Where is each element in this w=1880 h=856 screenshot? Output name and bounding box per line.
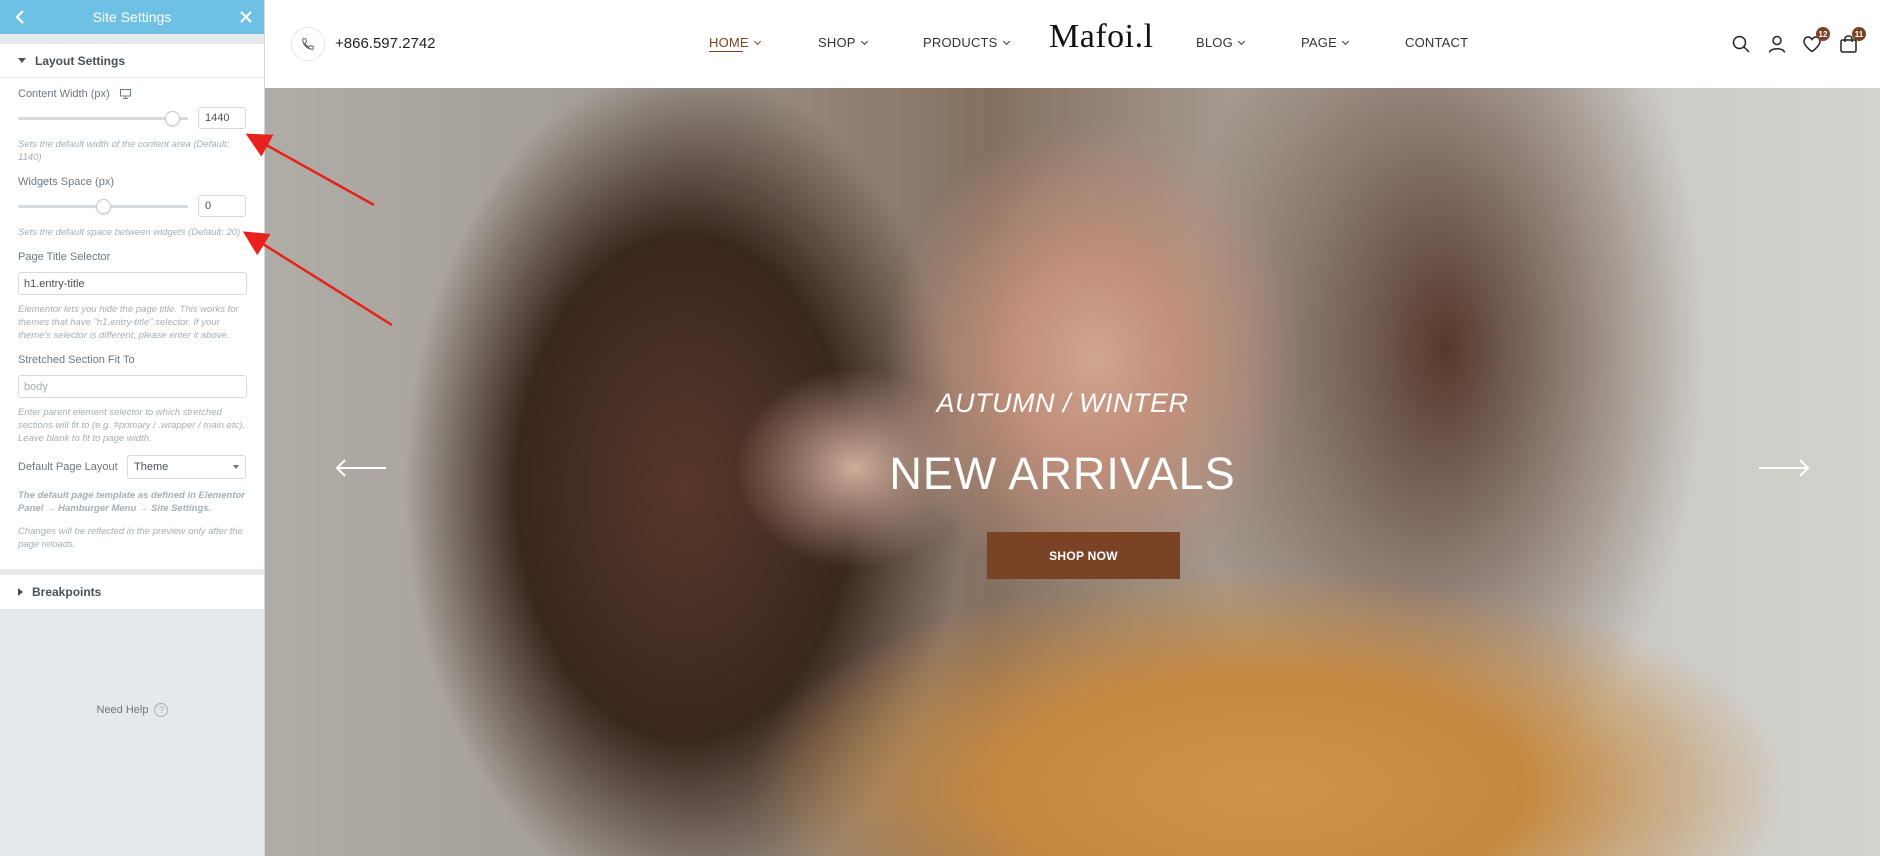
chevron-down-icon: [753, 37, 761, 45]
panel-title: Site Settings: [92, 9, 172, 25]
widgets-space-label: Widgets Space (px): [18, 176, 114, 188]
content-width-description: Sets the default width of the content ar…: [18, 139, 230, 163]
default-page-layout-label: Default Page Layout: [18, 461, 118, 473]
desktop-icon[interactable]: [119, 89, 131, 99]
nav-products[interactable]: PRODUCTS: [923, 35, 1010, 50]
nav-home-label: HOME: [709, 35, 749, 50]
shop-now-button[interactable]: SHOP NOW: [987, 532, 1180, 579]
layout-settings-toggle[interactable]: Layout Settings: [0, 44, 264, 78]
widgets-space-row: 0: [18, 194, 246, 218]
account-button[interactable]: [1766, 33, 1788, 55]
nav-page-label: PAGE: [1301, 35, 1337, 50]
caret-down-icon: [18, 58, 26, 63]
phone-icon-circle: [291, 27, 325, 61]
site-preview: +866.597.2742 HOME SHOP PRODUCTS Mafoi.l…: [265, 0, 1880, 856]
phone-number[interactable]: +866.597.2742: [335, 35, 436, 52]
nav-home[interactable]: HOME: [709, 35, 761, 50]
nav-shop-label: SHOP: [818, 35, 856, 50]
content-width-input[interactable]: 1440: [198, 107, 246, 129]
nav-page[interactable]: PAGE: [1301, 35, 1350, 50]
nav-contact[interactable]: CONTACT: [1405, 35, 1468, 50]
panel-header: Site Settings: [0, 0, 264, 34]
nav-blog-label: BLOG: [1196, 35, 1233, 50]
default-page-layout-value: Theme: [134, 461, 169, 473]
hero-title: NEW ARRIVALS: [889, 448, 1236, 499]
widgets-space-description: Sets the default space between widgets (…: [18, 227, 241, 238]
widgets-space-slider[interactable]: [18, 199, 188, 214]
widgets-space-input[interactable]: 0: [198, 195, 246, 217]
wishlist-button[interactable]: 12: [1801, 27, 1830, 55]
site-settings-panel: Site Settings Layout Settings Content Wi…: [0, 0, 265, 856]
site-logo[interactable]: Mafoi.l: [1049, 18, 1154, 56]
caret-right-icon: [18, 588, 23, 596]
default-page-layout-description: The default page template as defined in …: [18, 490, 245, 514]
cart-count-badge: 11: [1852, 27, 1866, 41]
search-button[interactable]: [1730, 33, 1752, 55]
page-title-selector-description: Elementor lets you hide the page title. …: [18, 304, 239, 341]
hero-slider: AUTUMN / WINTER NEW ARRIVALS SHOP NOW: [265, 88, 1880, 856]
stretched-section-label: Stretched Section Fit To: [18, 354, 135, 366]
stretched-section-description: Enter parent element selector to which s…: [18, 407, 246, 444]
default-page-layout-select[interactable]: Theme: [127, 455, 246, 479]
page-title-selector-input[interactable]: h1.entry-title: [18, 272, 247, 295]
help-icon: ?: [154, 703, 169, 717]
dropdown-arrow-icon: [233, 465, 239, 469]
nav-shop[interactable]: SHOP: [818, 35, 868, 50]
breakpoints-title: Breakpoints: [32, 585, 102, 599]
layout-settings-section: Layout Settings Content Width (px) 1440 …: [0, 44, 264, 569]
need-help-link[interactable]: Need Help ?: [0, 703, 265, 717]
phone-icon: [302, 38, 314, 50]
search-icon: [1732, 35, 1750, 53]
nav-contact-label: CONTACT: [1405, 35, 1469, 50]
site-header: +866.597.2742 HOME SHOP PRODUCTS Mafoi.l…: [265, 0, 1880, 88]
content-width-label-row: Content Width (px): [18, 86, 246, 102]
stretched-section-input[interactable]: body: [18, 375, 247, 398]
close-icon: [240, 11, 252, 23]
layout-settings-body: Content Width (px) 1440 Sets the default…: [0, 78, 264, 569]
slider-handle[interactable]: [96, 199, 111, 214]
layout-settings-title: Layout Settings: [35, 53, 126, 68]
slider-handle[interactable]: [165, 111, 180, 126]
close-button[interactable]: [236, 7, 256, 27]
chevron-down-icon: [1002, 37, 1010, 45]
need-help-label: Need Help: [96, 704, 149, 716]
chevron-down-icon: [860, 37, 868, 45]
nav-products-label: PRODUCTS: [923, 35, 998, 50]
wishlist-count-badge: 12: [1816, 27, 1830, 41]
default-page-layout-row: Default Page Layout Theme: [18, 455, 246, 479]
page-title-selector-label: Page Title Selector: [18, 251, 111, 263]
reload-note: Changes will be reflected in the preview…: [18, 526, 243, 550]
user-icon: [1768, 35, 1786, 53]
content-width-label: Content Width (px): [18, 88, 110, 100]
chevron-left-icon: [15, 10, 24, 24]
content-width-row: 1440: [18, 106, 246, 130]
back-button[interactable]: [10, 7, 30, 27]
breakpoints-toggle[interactable]: Breakpoints: [0, 575, 264, 609]
cart-button[interactable]: 11: [1837, 27, 1866, 55]
nav-blog[interactable]: BLOG: [1196, 35, 1245, 50]
chevron-down-icon: [1341, 37, 1350, 45]
nav-active-underline: [709, 51, 743, 52]
content-width-slider[interactable]: [18, 111, 188, 126]
hero-subtitle: AUTUMN / WINTER: [936, 388, 1189, 418]
slider-track: [18, 117, 188, 120]
breakpoints-section: Breakpoints: [0, 575, 264, 609]
chevron-down-icon: [1237, 37, 1245, 45]
